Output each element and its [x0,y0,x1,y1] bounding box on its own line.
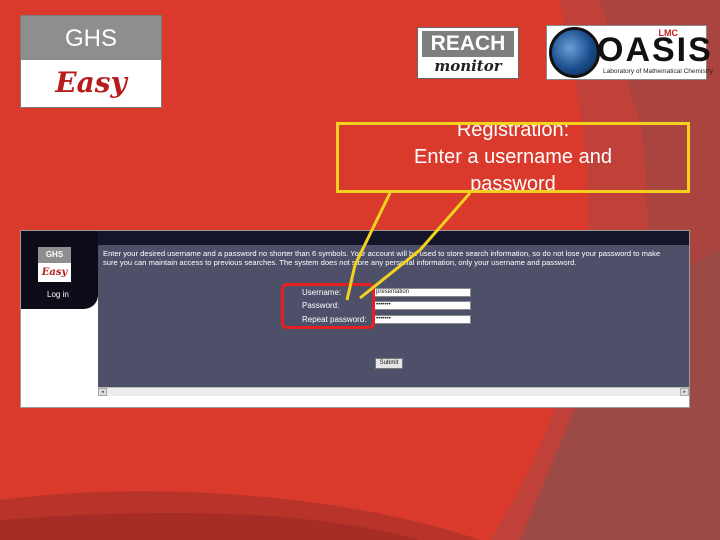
callout-line-3: password [470,173,556,193]
lmc-logo-tag: LMC [658,28,679,38]
ghs-logo-bottom: Easy [55,66,127,99]
oasis-logo-subtitle: Laboratory of Mathematical Chemistry [603,68,713,75]
app-logo-top: GHS [38,247,71,263]
ghs-logo-top: GHS [21,16,161,60]
callout-line-1: Registration: [456,122,570,141]
repeat-password-field[interactable]: ••••••• [373,315,471,324]
submit-button[interactable]: Submit [375,358,403,369]
scroll-right-icon[interactable]: ▸ [680,388,689,396]
app-screenshot: GHS Easy Log in Enter your desired usern… [20,230,690,408]
password-field[interactable]: ••••••• [373,301,471,310]
oasis-logo-word: OASIS [597,31,713,69]
registration-callout: Registration: Enter a username and passw… [336,122,690,193]
oasis-lmc-logo: OASIS LMC Laboratory of Mathematical Che… [546,25,713,80]
form-highlight-box [281,283,375,329]
app-sidebar: GHS Easy Log in [21,231,98,309]
registration-instructions: Enter your desired username and a passwo… [103,249,661,268]
reach-monitor-logo: REACH monitor [417,27,519,79]
globe-icon [549,27,600,78]
ghs-easy-logo: GHS Easy [20,15,162,108]
reach-logo-top: REACH [422,31,514,57]
callout-line-2: Enter a username and [414,146,612,168]
horizontal-scrollbar[interactable]: ◂ ▸ [98,387,689,396]
app-ghs-logo: GHS Easy [38,247,71,282]
nav-login-link[interactable]: Log in [47,290,69,299]
app-logo-bottom: Easy [41,267,68,278]
registration-panel: Enter your desired username and a passwo… [98,245,689,387]
username-field[interactable]: presentation [373,288,471,297]
app-topbar [98,231,689,245]
scroll-left-icon[interactable]: ◂ [98,388,107,396]
reach-logo-bottom: monitor [434,57,502,75]
